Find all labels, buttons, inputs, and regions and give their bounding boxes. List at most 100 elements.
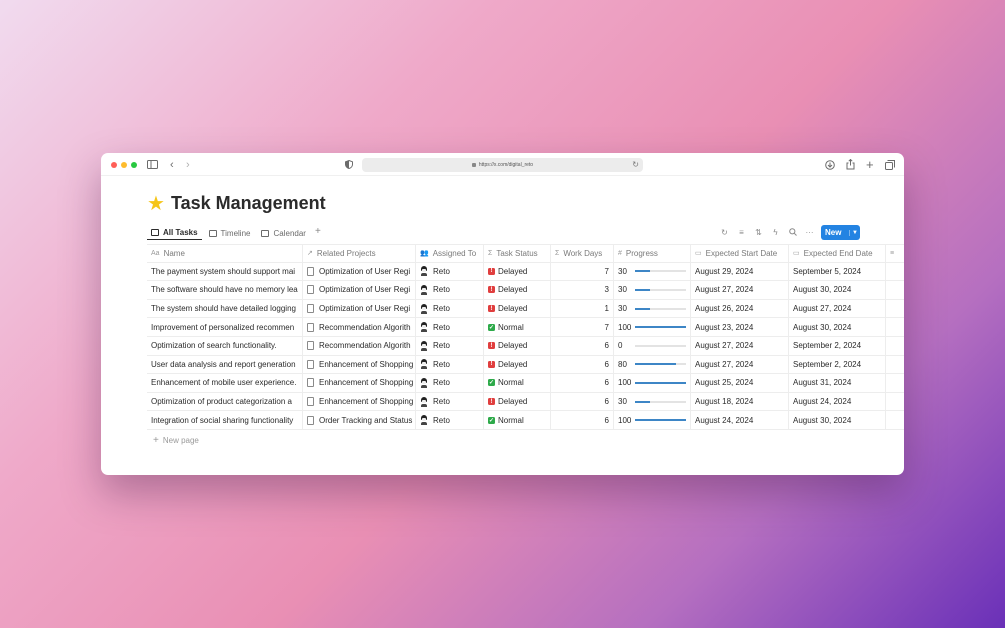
progress-cell[interactable]: 100 <box>614 411 691 429</box>
end-date-cell[interactable]: August 30, 2024 <box>789 318 886 336</box>
tab-timeline[interactable]: Timeline <box>205 226 255 240</box>
related-project[interactable]: Recommendation Algorith <box>319 341 411 350</box>
column-header-assigned[interactable]: 👥 Assigned To <box>416 245 484 262</box>
page-title[interactable]: Task Management <box>171 193 326 214</box>
progress-cell[interactable]: 80 <box>614 355 691 374</box>
assigned-to-cell[interactable]: Reto <box>416 299 484 318</box>
privacy-shield-icon[interactable] <box>345 157 353 172</box>
related-project[interactable]: Enhancement of Shopping <box>319 397 413 406</box>
tab-all-tasks[interactable]: All Tasks <box>147 226 202 240</box>
reload-icon[interactable]: ↻ <box>632 160 639 169</box>
new-button[interactable]: New ▼ <box>821 225 860 240</box>
extra-cell[interactable] <box>886 318 904 336</box>
end-date-cell[interactable]: August 30, 2024 <box>789 411 886 429</box>
sort-icon[interactable]: ⇅ <box>750 228 767 237</box>
related-project[interactable]: Enhancement of Shopping <box>319 378 413 387</box>
related-project[interactable]: Order Tracking and Status <box>319 416 412 425</box>
progress-cell[interactable]: 0 <box>614 336 691 355</box>
progress-cell[interactable]: 30 <box>614 392 691 411</box>
table-row[interactable]: Improvement of personalized recommen Rec… <box>147 318 904 337</box>
related-project[interactable]: Enhancement of Shopping <box>319 360 413 369</box>
assigned-to-cell[interactable]: Reto <box>416 355 484 374</box>
tab-calendar[interactable]: Calendar <box>257 226 309 240</box>
table-row[interactable]: The payment system should support mai Op… <box>147 262 904 282</box>
related-project-cell[interactable]: Optimization of User Regi <box>303 281 416 299</box>
chevron-down-icon[interactable]: ▼ <box>849 229 860 236</box>
column-header-progress[interactable]: # Progress <box>614 245 691 262</box>
column-header-name[interactable]: Aa Name <box>147 245 303 262</box>
related-project-cell[interactable]: Optimization of User Regi <box>303 262 416 281</box>
related-project-cell[interactable]: Recommendation Algorith <box>303 318 416 336</box>
share-icon[interactable] <box>846 157 855 172</box>
start-date-cell[interactable]: August 27, 2024 <box>691 355 789 374</box>
table-row[interactable]: Optimization of search functionality. Re… <box>147 336 904 356</box>
minimize-window-button[interactable] <box>121 162 127 168</box>
start-date-cell[interactable]: August 29, 2024 <box>691 262 789 281</box>
task-name-cell[interactable]: The system should have detailed logging <box>147 299 303 318</box>
search-icon[interactable] <box>784 227 801 238</box>
new-page-button[interactable]: + New page <box>153 435 199 446</box>
related-project[interactable]: Optimization of User Regi <box>319 285 410 294</box>
progress-cell[interactable]: 30 <box>614 281 691 299</box>
related-project-cell[interactable]: Enhancement of Shopping <box>303 374 416 392</box>
column-header-extra[interactable]: ≡ <box>886 245 904 262</box>
related-project[interactable]: Optimization of User Regi <box>319 267 410 276</box>
start-date-cell[interactable]: August 18, 2024 <box>691 392 789 411</box>
end-date-cell[interactable]: August 31, 2024 <box>789 374 886 392</box>
start-date-cell[interactable]: August 24, 2024 <box>691 411 789 429</box>
close-window-button[interactable] <box>111 162 117 168</box>
related-project-cell[interactable]: Optimization of User Regi <box>303 299 416 318</box>
table-row[interactable]: The system should have detailed logging … <box>147 299 904 319</box>
new-tab-icon[interactable]: + <box>866 157 874 172</box>
task-name-cell[interactable]: The software should have no memory lea <box>147 281 303 299</box>
automation-icon[interactable]: ↻ <box>716 228 733 237</box>
progress-cell[interactable]: 100 <box>614 374 691 392</box>
task-name-cell[interactable]: The payment system should support mai <box>147 262 303 281</box>
start-date-cell[interactable]: August 27, 2024 <box>691 336 789 355</box>
address-bar[interactable]: https://x.com/digital_reto ↻ <box>362 158 643 172</box>
assigned-to-cell[interactable]: Reto <box>416 281 484 299</box>
start-date-cell[interactable]: August 25, 2024 <box>691 374 789 392</box>
zoom-window-button[interactable] <box>131 162 137 168</box>
extra-cell[interactable] <box>886 356 904 374</box>
column-header-end[interactable]: ▭ Expected End Date <box>789 245 886 262</box>
column-header-days[interactable]: Σ Work Days <box>551 245 614 262</box>
related-project-cell[interactable]: Enhancement of Shopping <box>303 355 416 374</box>
tab-overview-icon[interactable] <box>885 157 895 172</box>
task-name-cell[interactable]: User data analysis and report generation <box>147 355 303 374</box>
progress-cell[interactable]: 100 <box>614 318 691 336</box>
end-date-cell[interactable]: August 30, 2024 <box>789 281 886 299</box>
related-project-cell[interactable]: Enhancement of Shopping <box>303 392 416 411</box>
extra-cell[interactable] <box>886 393 904 411</box>
start-date-cell[interactable]: August 23, 2024 <box>691 318 789 336</box>
back-icon[interactable]: ‹ <box>170 157 174 172</box>
task-name-cell[interactable]: Enhancement of mobile user experience. <box>147 374 303 392</box>
related-project[interactable]: Recommendation Algorith <box>319 323 411 332</box>
filter-icon[interactable]: ≡ <box>733 228 750 237</box>
assigned-to-cell[interactable]: Reto <box>416 336 484 355</box>
start-date-cell[interactable]: August 27, 2024 <box>691 281 789 299</box>
table-row[interactable]: User data analysis and report generation… <box>147 355 904 375</box>
table-row[interactable]: Optimization of product categorization a… <box>147 392 904 412</box>
end-date-cell[interactable]: September 2, 2024 <box>789 355 886 374</box>
column-header-start[interactable]: ▭ Expected Start Date <box>691 245 789 262</box>
extra-cell[interactable] <box>886 300 904 318</box>
related-project-cell[interactable]: Order Tracking and Status <box>303 411 416 429</box>
sidebar-toggle-icon[interactable] <box>147 157 158 172</box>
end-date-cell[interactable]: September 2, 2024 <box>789 336 886 355</box>
table-row[interactable]: The software should have no memory lea O… <box>147 281 904 300</box>
star-icon[interactable]: ★ <box>147 194 165 214</box>
column-header-projects[interactable]: ↗ Related Projects <box>303 245 416 262</box>
end-date-cell[interactable]: September 5, 2024 <box>789 262 886 281</box>
task-name-cell[interactable]: Integration of social sharing functional… <box>147 411 303 429</box>
column-header-status[interactable]: Σ Task Status <box>484 245 551 262</box>
task-name-cell[interactable]: Improvement of personalized recommen <box>147 318 303 336</box>
extra-cell[interactable] <box>886 337 904 355</box>
table-row[interactable]: Enhancement of mobile user experience. E… <box>147 374 904 393</box>
progress-cell[interactable]: 30 <box>614 262 691 281</box>
related-project-cell[interactable]: Recommendation Algorith <box>303 336 416 355</box>
assigned-to-cell[interactable]: Reto <box>416 411 484 429</box>
end-date-cell[interactable]: August 27, 2024 <box>789 299 886 318</box>
end-date-cell[interactable]: August 24, 2024 <box>789 392 886 411</box>
assigned-to-cell[interactable]: Reto <box>416 374 484 392</box>
